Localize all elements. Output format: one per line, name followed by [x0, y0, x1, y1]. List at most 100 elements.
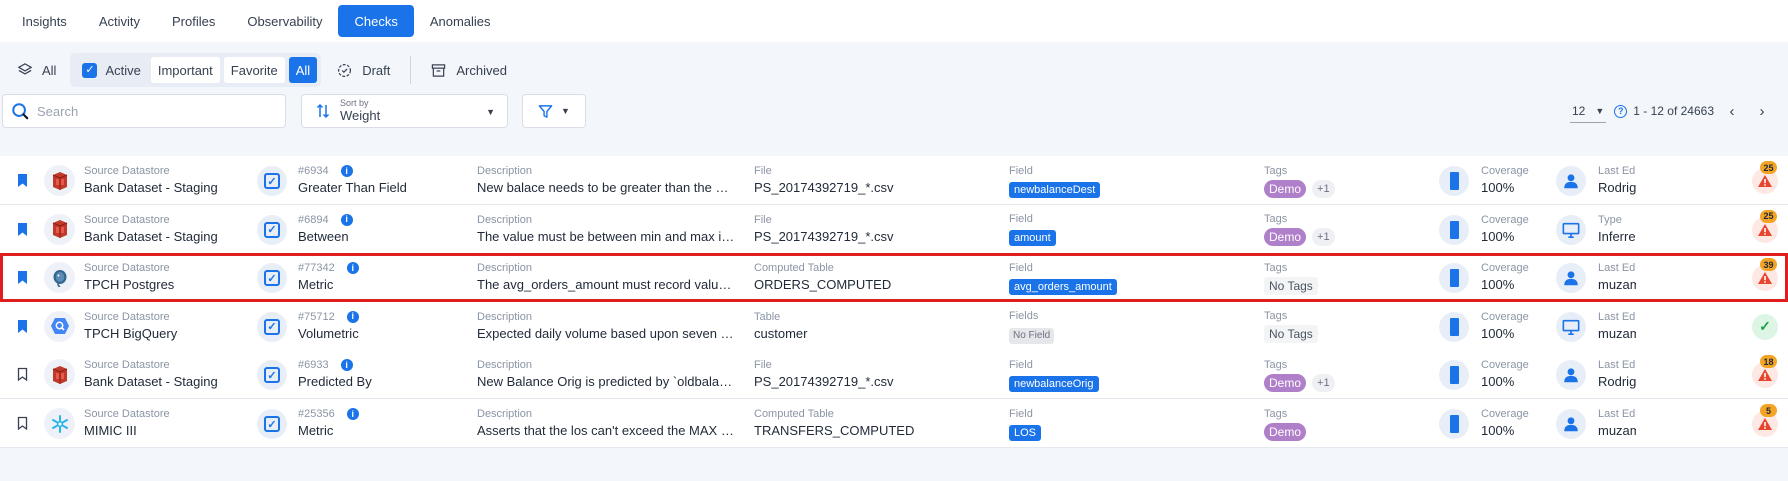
- sort-select[interactable]: Sort by Weight ▼: [301, 94, 508, 128]
- container-name[interactable]: customer: [754, 325, 984, 343]
- no-tags-chip: No Tags: [1264, 325, 1318, 344]
- help-icon[interactable]: ?: [1614, 104, 1628, 118]
- field-label: Field: [1009, 358, 1033, 371]
- next-page-button[interactable]: ›: [1750, 99, 1774, 123]
- field-chip[interactable]: avg_orders_amount: [1009, 278, 1117, 295]
- search-field[interactable]: [2, 94, 286, 128]
- datastore-name[interactable]: Bank Dataset - Staging: [84, 228, 254, 246]
- datastore-name[interactable]: Bank Dataset - Staging: [84, 373, 254, 391]
- description-text: Expected daily volume based upon seven d…: [477, 325, 735, 341]
- container-name[interactable]: PS_20174392719_*.csv: [754, 179, 984, 197]
- anomaly-count-badge: 18: [1760, 355, 1777, 369]
- search-input[interactable]: [37, 103, 267, 119]
- check-row[interactable]: Source Datastore Bank Dataset - Staging ✓ #…: [0, 350, 1788, 400]
- tag-chip[interactable]: Demo: [1264, 179, 1307, 198]
- bookmark-filled-icon[interactable]: [17, 222, 28, 237]
- field-cell: Field avg_orders_amount: [1009, 253, 1249, 302]
- datastore-name[interactable]: Bank Dataset - Staging: [84, 179, 254, 197]
- check-id[interactable]: #75712: [298, 311, 335, 323]
- filter-draft[interactable]: Draft: [329, 54, 398, 86]
- tag-chip[interactable]: Demo: [1264, 373, 1307, 392]
- tab-bar: Insights Activity Profiles Observability Che…: [0, 0, 1788, 42]
- tab-activity[interactable]: Activity: [83, 5, 156, 37]
- field-cell: Field LOS: [1009, 399, 1249, 448]
- filter-archived[interactable]: Archived: [423, 54, 515, 86]
- container-name[interactable]: PS_20174392719_*.csv: [754, 373, 984, 391]
- bookmark-filled-icon[interactable]: [17, 270, 28, 285]
- filter-favorite[interactable]: Favorite: [223, 57, 285, 83]
- info-icon[interactable]: i: [346, 408, 359, 421]
- toolbar: Sort by Weight ▼ ▼ 12 ▼ ? 1 - 12 of 2466…: [0, 94, 1788, 128]
- info-icon[interactable]: i: [340, 359, 353, 372]
- prev-page-button[interactable]: ‹: [1720, 99, 1744, 123]
- field-chip[interactable]: newbalanceDest: [1009, 181, 1101, 198]
- container-label: File: [754, 213, 772, 226]
- field-chip[interactable]: newbalanceOrig: [1009, 375, 1099, 392]
- tab-anomalies[interactable]: Anomalies: [414, 5, 507, 37]
- last-edit-label: Last Edit: [1598, 262, 1636, 275]
- filter-active-all[interactable]: All: [288, 57, 318, 83]
- filter-active[interactable]: ✓ Active: [74, 62, 146, 78]
- datastore-label: Source Datastore: [84, 408, 170, 420]
- datastore-name[interactable]: TPCH BigQuery: [84, 325, 254, 343]
- container-name[interactable]: PS_20174392719_*.csv: [754, 228, 984, 246]
- bookmark-filled-icon[interactable]: [17, 319, 28, 334]
- more-tags-chip[interactable]: +1: [1312, 373, 1335, 392]
- datastore-cell: Source Datastore TPCH Postgres: [84, 253, 254, 302]
- datastore-name[interactable]: TPCH Postgres: [84, 276, 254, 294]
- field-chip[interactable]: LOS: [1009, 424, 1042, 441]
- check-row[interactable]: Source Datastore Bank Dataset - Staging ✓ #…: [0, 156, 1788, 205]
- tab-checks[interactable]: Checks: [338, 5, 414, 37]
- info-icon[interactable]: i: [346, 310, 359, 323]
- check-cell: #6894 i Between: [298, 205, 458, 254]
- container-name[interactable]: TRANSFERS_COMPUTED: [754, 422, 984, 440]
- filter-all[interactable]: All: [10, 54, 64, 86]
- tags-label: Tags: [1264, 358, 1288, 371]
- check-icon: ✓: [257, 409, 287, 439]
- datastore-name[interactable]: MIMIC III: [84, 422, 254, 440]
- description-text: The avg_orders_amount must record values…: [477, 277, 735, 293]
- tab-observability[interactable]: Observability: [231, 5, 338, 37]
- check-id[interactable]: #77342: [298, 262, 335, 274]
- filter-important[interactable]: Important: [150, 57, 220, 83]
- check-row[interactable]: Source Datastore Bank Dataset - Staging ✓ #…: [0, 204, 1788, 254]
- check-row[interactable]: Source Datastore TPCH Postgres ✓ #77342 i Met…: [0, 253, 1788, 303]
- per-page-select[interactable]: 12 ▼: [1569, 99, 1607, 123]
- tab-profiles[interactable]: Profiles: [156, 5, 231, 37]
- coverage-value: 100%: [1481, 277, 1515, 293]
- filter-button[interactable]: ▼: [522, 94, 586, 128]
- checkbox-checked-icon[interactable]: ✓: [82, 62, 98, 78]
- check-passing-icon[interactable]: ✓: [1752, 313, 1778, 340]
- funnel-icon: [538, 104, 553, 118]
- no-field-chip: No Field: [1009, 327, 1055, 344]
- check-id[interactable]: #25356: [298, 408, 335, 420]
- check-row[interactable]: Source Datastore TPCH BigQuery ✓ #75712 i Vol…: [0, 301, 1788, 351]
- last-edit-cell: Last Edit muzammil: [1598, 302, 1636, 351]
- more-tags-chip[interactable]: +1: [1312, 179, 1335, 198]
- more-tags-chip[interactable]: +1: [1312, 228, 1335, 247]
- check-row[interactable]: Source Datastore MIMIC III ✓ #25356 i Metric D…: [0, 399, 1788, 448]
- bookmark-icon[interactable]: [17, 416, 28, 431]
- check-id[interactable]: #6934: [298, 165, 329, 177]
- description-label: Description: [477, 213, 533, 226]
- field-chip[interactable]: amount: [1009, 230, 1056, 247]
- anomaly-count-badge: 25: [1760, 209, 1777, 223]
- field-cell: Fields No Field: [1009, 302, 1249, 351]
- bookmark-icon[interactable]: [17, 367, 28, 382]
- check-type: Metric: [298, 277, 334, 293]
- tag-chip[interactable]: Demo: [1264, 228, 1307, 247]
- description-cell: Description New Balance Orig is predicted…: [477, 350, 735, 399]
- info-icon[interactable]: i: [346, 262, 359, 275]
- check-id[interactable]: #6933: [298, 359, 329, 371]
- tags-label: Tags: [1264, 261, 1288, 274]
- bookmark-filled-icon[interactable]: [17, 173, 28, 188]
- info-icon[interactable]: i: [340, 213, 353, 226]
- container-name[interactable]: ORDERS_COMPUTED: [754, 276, 984, 294]
- coverage-label: Coverage: [1481, 310, 1529, 323]
- info-icon[interactable]: i: [340, 165, 353, 178]
- container-label: Computed Table: [754, 262, 834, 275]
- datastore-cell: Source Datastore Bank Dataset - Staging: [84, 156, 254, 205]
- check-id[interactable]: #6894: [298, 214, 329, 226]
- tag-chip[interactable]: Demo: [1264, 422, 1307, 441]
- tab-insights[interactable]: Insights: [6, 5, 83, 37]
